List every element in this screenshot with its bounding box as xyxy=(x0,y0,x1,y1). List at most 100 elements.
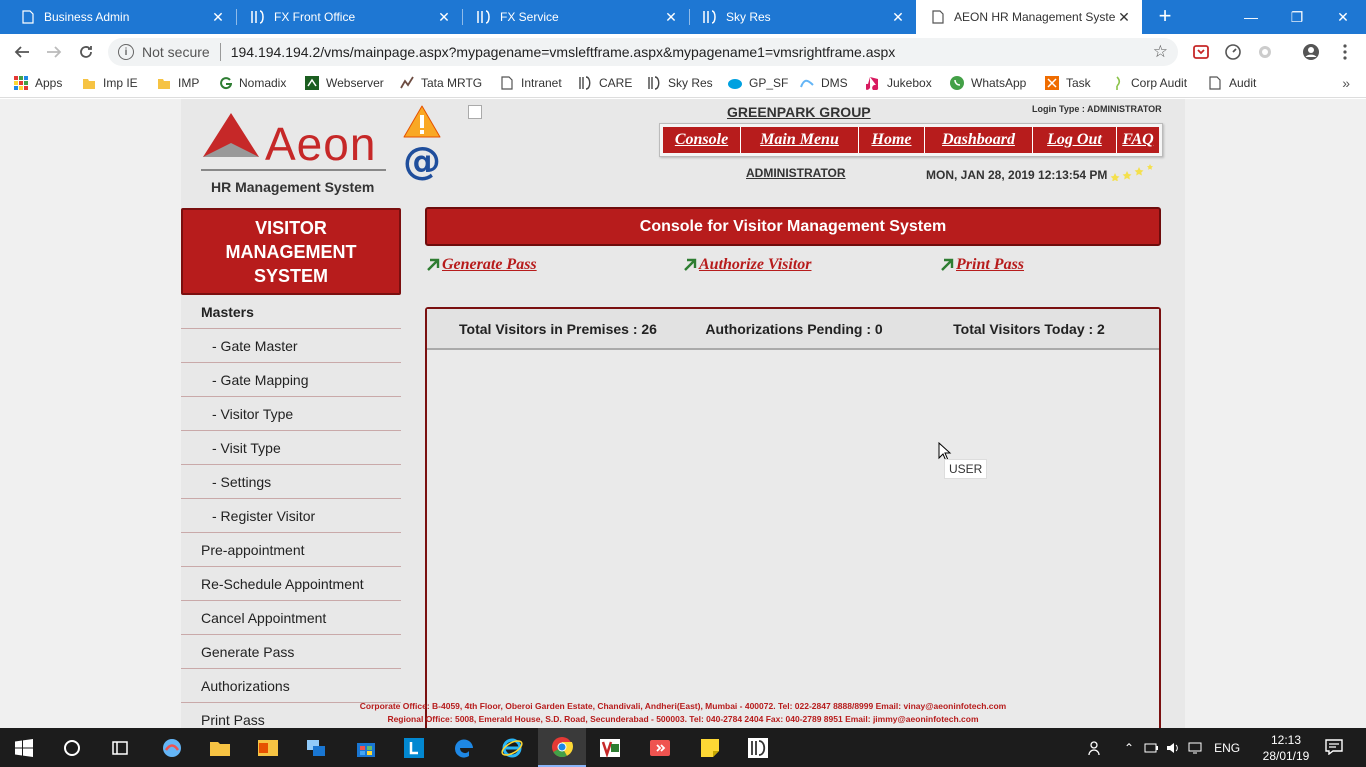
taskbar-edge[interactable] xyxy=(440,728,488,767)
bookmark-imp[interactable]: IMP xyxy=(157,76,199,90)
taskbar-app[interactable] xyxy=(148,728,196,767)
tab-fx-service[interactable]: FX Service ✕ xyxy=(456,0,689,34)
email-at-icon[interactable]: @ xyxy=(403,142,441,181)
sidebar-item-cancel-appointment[interactable]: Cancel Appointment xyxy=(181,601,401,635)
bookmark-care[interactable]: CARE xyxy=(578,76,632,90)
sidebar-item-visitor-type[interactable]: - Visitor Type xyxy=(181,397,401,431)
menu-kebab-icon[interactable] xyxy=(1336,43,1354,61)
sidebar-item-authorizations[interactable]: Authorizations xyxy=(181,669,401,703)
tab-sky-res[interactable]: Sky Res ✕ xyxy=(682,0,916,34)
reload-button[interactable] xyxy=(74,40,98,64)
bookmark-corp-audit[interactable]: Corp Audit xyxy=(1110,76,1187,90)
menu-dashboard[interactable]: Dashboard xyxy=(925,127,1033,153)
new-tab-button[interactable]: + xyxy=(1153,5,1177,29)
quicklink-authorize-visitor[interactable]: Authorize Visitor xyxy=(683,256,812,274)
close-icon[interactable]: ✕ xyxy=(890,9,906,26)
quicklink-generate-pass[interactable]: Generate Pass xyxy=(426,256,537,274)
sidebar-item-register-visitor[interactable]: - Register Visitor xyxy=(181,499,401,533)
bookmark-label: DMS xyxy=(821,76,848,90)
bookmark-task[interactable]: Task xyxy=(1045,76,1091,90)
battery-icon[interactable] xyxy=(1144,742,1159,754)
info-icon[interactable]: i xyxy=(118,44,134,60)
menu-console[interactable]: Console xyxy=(663,127,741,153)
forward-button[interactable] xyxy=(42,40,66,64)
taskbar-chrome[interactable] xyxy=(538,728,586,767)
sidebar-item-gate-mapping[interactable]: - Gate Mapping xyxy=(181,363,401,397)
close-icon[interactable]: ✕ xyxy=(210,9,226,26)
tab-title: FX Front Office xyxy=(274,10,356,24)
people-icon[interactable] xyxy=(1088,740,1104,756)
sidebar-item-settings[interactable]: - Settings xyxy=(181,465,401,499)
taskbar-anydesk[interactable] xyxy=(636,728,684,767)
taskbar-network[interactable] xyxy=(292,728,340,767)
broken-image-icon xyxy=(468,105,482,119)
bookmark-intranet[interactable]: Intranet xyxy=(500,76,562,90)
task-view-button[interactable] xyxy=(96,728,144,767)
bookmark-label: Intranet xyxy=(521,76,562,90)
menu-main-menu[interactable]: Main Menu xyxy=(741,127,859,153)
sidebar-item-generate-pass[interactable]: Generate Pass xyxy=(181,635,401,669)
extension-icon[interactable] xyxy=(1256,43,1274,61)
address-bar[interactable]: i Not secure 194.194.194.2/vms/mainpage.… xyxy=(108,38,1178,66)
sidebar-item-visit-type[interactable]: - Visit Type xyxy=(181,431,401,465)
ids-icon xyxy=(579,76,591,90)
bookmark-sky-res[interactable]: Sky Res xyxy=(647,76,713,90)
sidebar-item-pre-appointment[interactable]: Pre-appointment xyxy=(181,533,401,567)
tab-aeon-hr[interactable]: AEON HR Management System ✕ xyxy=(916,0,1142,34)
stats-row: Total Visitors in Premises : 26 Authoriz… xyxy=(427,309,1159,350)
bookmark-star-icon[interactable]: ☆ xyxy=(1153,42,1168,62)
taskbar-clock[interactable]: 12:13 28/01/19 xyxy=(1262,732,1310,764)
bookmark-gp-sf[interactable]: GP_SF xyxy=(728,76,788,90)
more-bookmarks-button[interactable]: » xyxy=(1342,75,1350,91)
sidebar-item-masters[interactable]: Masters xyxy=(181,295,401,329)
bookmark-apps[interactable]: Apps xyxy=(14,76,62,90)
taskbar-sticky-notes[interactable] xyxy=(686,728,734,767)
notifications-icon[interactable] xyxy=(1325,739,1343,755)
language-indicator[interactable]: ENG xyxy=(1214,741,1240,755)
bookmark-audit[interactable]: Audit xyxy=(1208,76,1256,90)
taskbar-outlook[interactable] xyxy=(244,728,292,767)
taskbar-lync[interactable] xyxy=(390,728,438,767)
bookmark-webserver[interactable]: Webserver xyxy=(305,76,384,90)
menu-home[interactable]: Home xyxy=(859,127,925,153)
profile-icon[interactable] xyxy=(1302,43,1320,61)
close-icon[interactable]: ✕ xyxy=(1116,9,1132,26)
bookmark-nomadix[interactable]: Nomadix xyxy=(218,76,286,90)
network-tray-icon[interactable] xyxy=(1188,742,1202,754)
quicklink-print-pass[interactable]: Print Pass xyxy=(940,256,1024,274)
user-name[interactable]: ADMINISTRATOR xyxy=(746,166,846,180)
menu-log-out[interactable]: Log Out xyxy=(1033,127,1117,153)
window-close-button[interactable]: ✕ xyxy=(1320,0,1366,34)
tab-fx-front-office[interactable]: FX Front Office ✕ xyxy=(230,0,462,34)
url-text[interactable]: 194.194.194.2/vms/mainpage.aspx?mypagena… xyxy=(231,44,896,60)
pocket-extension-icon[interactable] xyxy=(1192,43,1210,61)
sidebar-item-reschedule-appointment[interactable]: Re-Schedule Appointment xyxy=(181,567,401,601)
cortana-button[interactable] xyxy=(48,728,96,767)
bookmark-dms[interactable]: DMS xyxy=(800,76,848,90)
minimize-button[interactable]: — xyxy=(1228,0,1274,34)
bookmark-whatsapp[interactable]: WhatsApp xyxy=(950,76,1026,90)
bookmark-tata-mrtg[interactable]: Tata MRTG xyxy=(400,76,482,90)
close-icon[interactable]: ✕ xyxy=(436,9,452,26)
volume-icon[interactable] xyxy=(1166,742,1180,754)
sidebar-item-gate-master[interactable]: - Gate Master xyxy=(181,329,401,363)
restore-button[interactable]: ❐ xyxy=(1274,0,1320,34)
taskbar-file-explorer[interactable] xyxy=(196,728,244,767)
bookmark-imp-ie[interactable]: Imp IE xyxy=(82,76,138,90)
speed-extension-icon[interactable] xyxy=(1224,43,1242,61)
taskbar-ie[interactable] xyxy=(488,728,536,767)
close-icon[interactable]: ✕ xyxy=(663,9,679,26)
bookmark-label: Sky Res xyxy=(668,76,713,90)
chevron-up-icon[interactable]: ⌃ xyxy=(1124,741,1134,755)
start-button[interactable] xyxy=(0,728,48,767)
arrow-up-right-icon xyxy=(427,258,440,271)
back-button[interactable] xyxy=(10,40,34,64)
tab-business-admin[interactable]: Business Admin ✕ xyxy=(0,0,236,34)
taskbar-ids[interactable] xyxy=(734,728,782,767)
menu-faq[interactable]: FAQ xyxy=(1117,127,1159,153)
taskbar-store[interactable] xyxy=(342,728,390,767)
network-icon xyxy=(307,739,325,756)
bookmark-jukebox[interactable]: Jukebox xyxy=(866,76,932,90)
warning-icon[interactable] xyxy=(403,105,441,139)
taskbar-visio[interactable] xyxy=(586,728,634,767)
